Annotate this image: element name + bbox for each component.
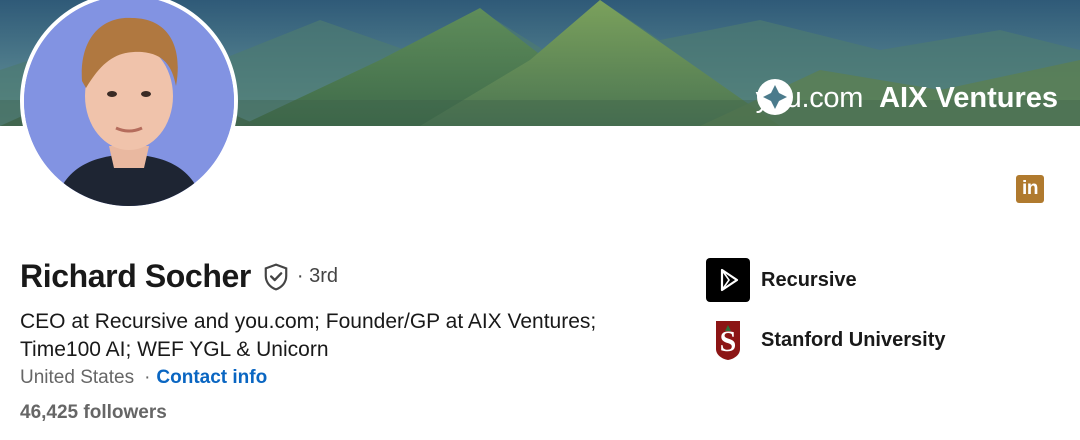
avatar[interactable]	[20, 0, 238, 210]
separator-dot: ·	[144, 367, 151, 388]
connection-degree: · 3rd	[296, 265, 339, 287]
contact-info-link[interactable]: Contact info	[156, 367, 267, 389]
banner-logos: you.com AIX Ventures	[756, 78, 1058, 118]
name-row: Richard Socher · 3rd	[20, 258, 338, 295]
org-item-stanford[interactable]: S Stanford University	[706, 318, 945, 362]
location-row: United States · Contact info	[20, 367, 267, 389]
youcom-brand: you.com	[756, 79, 863, 115]
followers-count[interactable]: 46,425 followers	[20, 402, 167, 424]
profile-location: United States	[20, 367, 135, 388]
org-item-recursive[interactable]: Recursive	[706, 258, 857, 302]
profile-headline: CEO at Recursive and you.com; Founder/GP…	[20, 310, 597, 361]
verified-shield-icon[interactable]	[263, 262, 289, 291]
youcom-logo-icon	[756, 79, 793, 115]
org-name: Stanford University	[761, 328, 946, 351]
org-name: Recursive	[761, 268, 857, 291]
linkedin-icon[interactable]: in	[1016, 175, 1044, 203]
avatar-portrait	[24, 0, 234, 206]
stanford-logo-icon: S	[706, 318, 750, 362]
profile-name: Richard Socher	[20, 258, 251, 294]
aix-ventures-text: AIX Ventures	[879, 81, 1058, 114]
recursive-logo-icon	[706, 258, 750, 302]
